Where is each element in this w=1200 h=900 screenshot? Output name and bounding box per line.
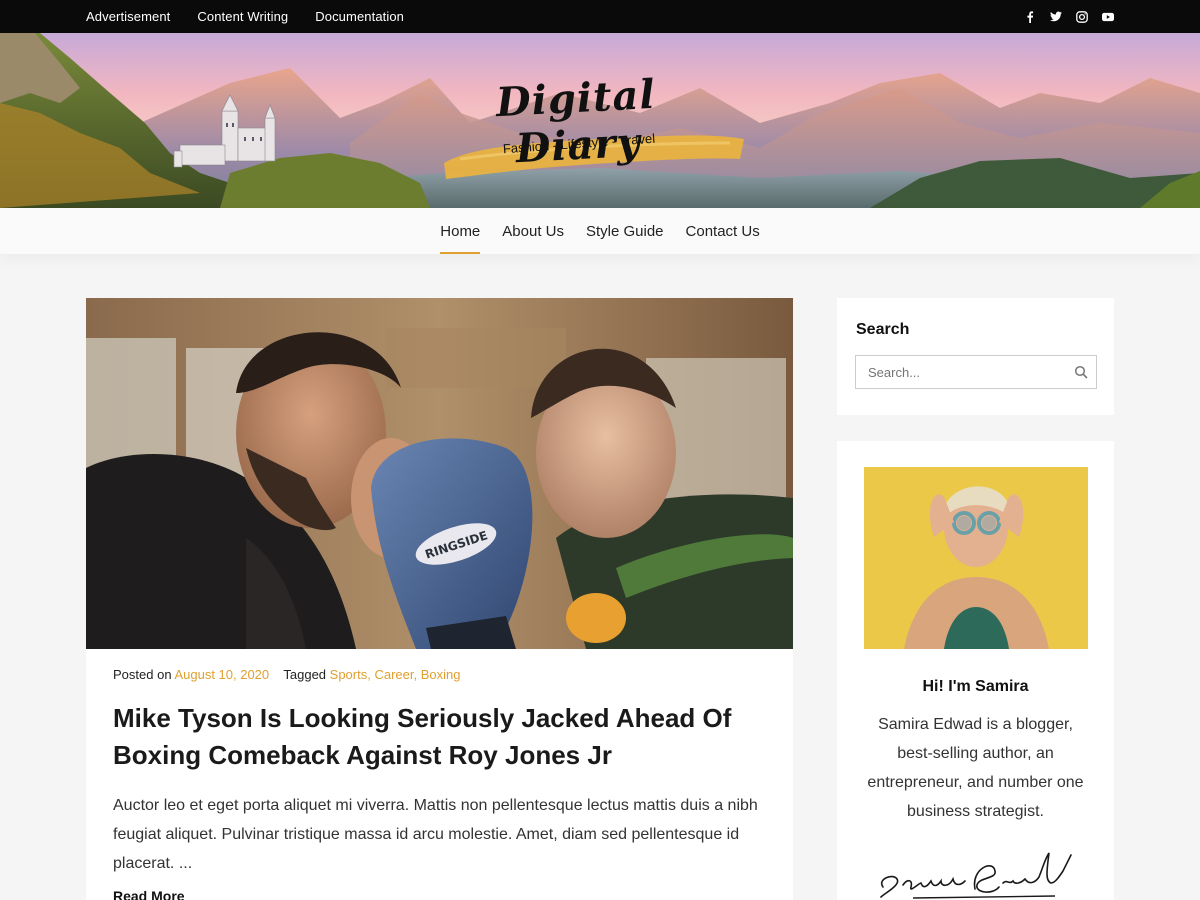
social-links: [1024, 0, 1114, 33]
top-links: Advertisement Content Writing Documentat…: [86, 0, 404, 33]
header-banner: Digital Diary Fashion - Lifestyle - Trav…: [0, 33, 1200, 208]
top-link-advertisement[interactable]: Advertisement: [86, 9, 170, 24]
youtube-icon[interactable]: [1102, 11, 1114, 23]
nav-item-about-us[interactable]: About Us: [491, 208, 575, 254]
posted-on-label: Posted on: [113, 667, 172, 682]
search-input[interactable]: [856, 356, 1066, 388]
site-title[interactable]: Digital Diary: [460, 69, 695, 175]
top-link-documentation[interactable]: Documentation: [315, 9, 404, 24]
about-widget: Hi! I'm Samira Samira Edwad is a blogger…: [837, 441, 1114, 900]
nav-item-home[interactable]: Home: [429, 208, 491, 254]
post-tags-links[interactable]: Sports, Career, Boxing: [330, 667, 461, 682]
read-more-link[interactable]: Read More: [113, 888, 185, 900]
author-bio: Samira Edwad is a blogger, best-selling …: [867, 716, 1084, 820]
search-icon[interactable]: [1074, 365, 1088, 379]
featured-post: RINGSIDE Posted on August 10, 2020 Tagge…: [86, 298, 793, 900]
top-link-content-writing[interactable]: Content Writing: [197, 9, 288, 24]
facebook-icon[interactable]: [1024, 10, 1036, 23]
post-featured-image[interactable]: RINGSIDE: [86, 298, 793, 649]
twitter-icon[interactable]: [1050, 11, 1062, 23]
post-excerpt: Auctor leo et eget porta aliquet mi vive…: [113, 797, 758, 872]
nav-item-contact-us[interactable]: Contact Us: [675, 208, 771, 254]
post-meta: Posted on August 10, 2020 Tagged Sports,…: [113, 667, 460, 682]
search-widget: Search: [837, 298, 1114, 415]
tagged-label: Tagged: [283, 667, 327, 682]
instagram-icon[interactable]: [1076, 10, 1088, 23]
post-title[interactable]: Mike Tyson Is Looking Seriously Jacked A…: [113, 700, 763, 774]
author-signature: [880, 852, 1072, 899]
search-form: [855, 355, 1097, 389]
post-date-link[interactable]: August 10, 2020: [174, 667, 269, 682]
top-bar: Advertisement Content Writing Documentat…: [0, 0, 1200, 33]
author-photo: [864, 467, 1088, 649]
author-greeting: Hi! I'm Samira: [922, 678, 1029, 695]
nav-item-style-guide[interactable]: Style Guide: [575, 208, 675, 254]
main-navigation: Home About Us Style Guide Contact Us: [0, 208, 1200, 254]
search-widget-title: Search: [856, 321, 910, 338]
